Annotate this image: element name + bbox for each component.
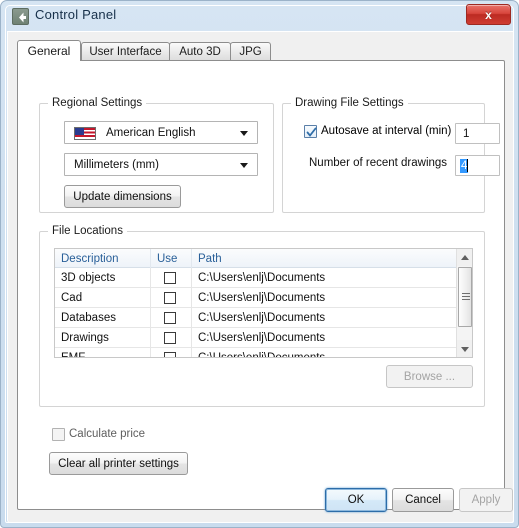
file-locations-legend: File Locations [48, 225, 127, 237]
cancel-button[interactable]: Cancel [392, 488, 454, 512]
drawing-file-settings-legend: Drawing File Settings [291, 97, 408, 109]
table-row[interactable]: 3D objects C:\Users\enlj\Documents [55, 268, 472, 288]
table-row[interactable]: Drawings C:\Users\enlj\Documents [55, 328, 472, 348]
recent-drawings-input[interactable]: 4 [455, 155, 500, 176]
dialog-client-area: General User Interface Auto 3D JPG Regio… [7, 31, 514, 523]
clear-printer-settings-button[interactable]: Clear all printer settings [49, 452, 188, 475]
ok-button[interactable]: OK [325, 488, 387, 512]
tabstrip: General User Interface Auto 3D JPG [17, 40, 505, 61]
grid-body: 3D objects C:\Users\enlj\Documents Cad C… [55, 268, 472, 357]
row-use-checkbox[interactable] [164, 272, 176, 284]
autosave-interval-input[interactable]: 1 [455, 123, 500, 144]
language-value: American English [106, 126, 196, 139]
row-use-checkbox[interactable] [164, 352, 176, 357]
update-dimensions-button[interactable]: Update dimensions [64, 185, 181, 208]
window-title: Control Panel [35, 7, 117, 22]
autosave-label: Autosave at interval (min) [321, 125, 452, 137]
tab-panel-general: Regional Settings American English Milli… [17, 60, 505, 510]
dialog-footer: OK Cancel Apply [8, 480, 513, 522]
row-description: Drawings [55, 328, 151, 348]
close-button[interactable]: x [466, 4, 511, 25]
row-path: C:\Users\enlj\Documents [198, 272, 326, 284]
apply-button[interactable]: Apply [459, 488, 513, 512]
titlebar: Control Panel x [1, 1, 519, 31]
text-caret [467, 159, 469, 172]
table-row[interactable]: Databases C:\Users\enlj\Documents [55, 308, 472, 328]
row-path: C:\Users\enlj\Documents [198, 332, 326, 344]
row-description: Cad [55, 288, 151, 308]
scroll-down-button[interactable] [457, 340, 472, 357]
back-chevron-icon [12, 8, 29, 25]
autosave-checkbox[interactable] [304, 125, 317, 138]
control-panel-window: Control Panel x General User Interface A… [0, 0, 519, 528]
scroll-up-button[interactable] [457, 249, 472, 266]
close-icon: x [485, 7, 492, 22]
column-header-use[interactable]: Use [151, 249, 192, 268]
table-row[interactable]: Cad C:\Users\enlj\Documents [55, 288, 472, 308]
recent-drawings-value: 4 [460, 158, 468, 173]
row-use-checkbox[interactable] [164, 312, 176, 324]
row-path: C:\Users\enlj\Documents [198, 292, 326, 304]
chevron-up-icon [461, 254, 469, 260]
regional-settings-legend: Regional Settings [48, 97, 147, 109]
row-path: C:\Users\enlj\Documents [198, 312, 326, 324]
grid-vertical-scrollbar[interactable] [456, 249, 472, 357]
browse-button[interactable]: Browse ... [386, 365, 473, 388]
grid-header-row: Description Use Path [55, 249, 472, 268]
units-combobox[interactable]: Millimeters (mm) [64, 153, 258, 176]
chevron-down-icon [240, 130, 248, 136]
file-locations-group: File Locations Description Use Path 3D o… [39, 225, 485, 407]
calculate-price-label: Calculate price [69, 428, 146, 440]
row-description: Databases [55, 308, 151, 328]
tab-user-interface[interactable]: User Interface [81, 42, 170, 61]
tab-jpg[interactable]: JPG [230, 42, 271, 61]
scrollbar-thumb[interactable] [458, 267, 472, 327]
row-use-checkbox[interactable] [164, 292, 176, 304]
row-path: C:\Users\enlj\Documents [192, 348, 472, 357]
calculate-price-checkbox[interactable] [52, 428, 65, 441]
chevron-down-icon [461, 346, 469, 352]
column-header-description[interactable]: Description [55, 249, 151, 268]
file-locations-grid: Description Use Path 3D objects C:\Users… [54, 248, 473, 358]
table-row[interactable]: EMF C:\Users\enlj\Documents [55, 348, 472, 357]
row-description: EMF [55, 348, 151, 357]
grip-icon [462, 293, 470, 301]
language-combobox[interactable]: American English [64, 121, 258, 144]
us-flag-icon [74, 127, 96, 140]
chevron-down-icon [240, 162, 248, 168]
column-header-path[interactable]: Path [192, 249, 458, 268]
drawing-file-settings-group: Drawing File Settings Autosave at interv… [282, 97, 500, 213]
tab-auto-3d[interactable]: Auto 3D [169, 42, 231, 61]
row-use-checkbox[interactable] [164, 332, 176, 344]
regional-settings-group: Regional Settings American English Milli… [39, 97, 274, 213]
row-description: 3D objects [55, 268, 151, 288]
tab-general[interactable]: General [17, 40, 81, 61]
units-value: Millimeters (mm) [74, 158, 159, 171]
recent-drawings-label: Number of recent drawings [309, 157, 448, 169]
